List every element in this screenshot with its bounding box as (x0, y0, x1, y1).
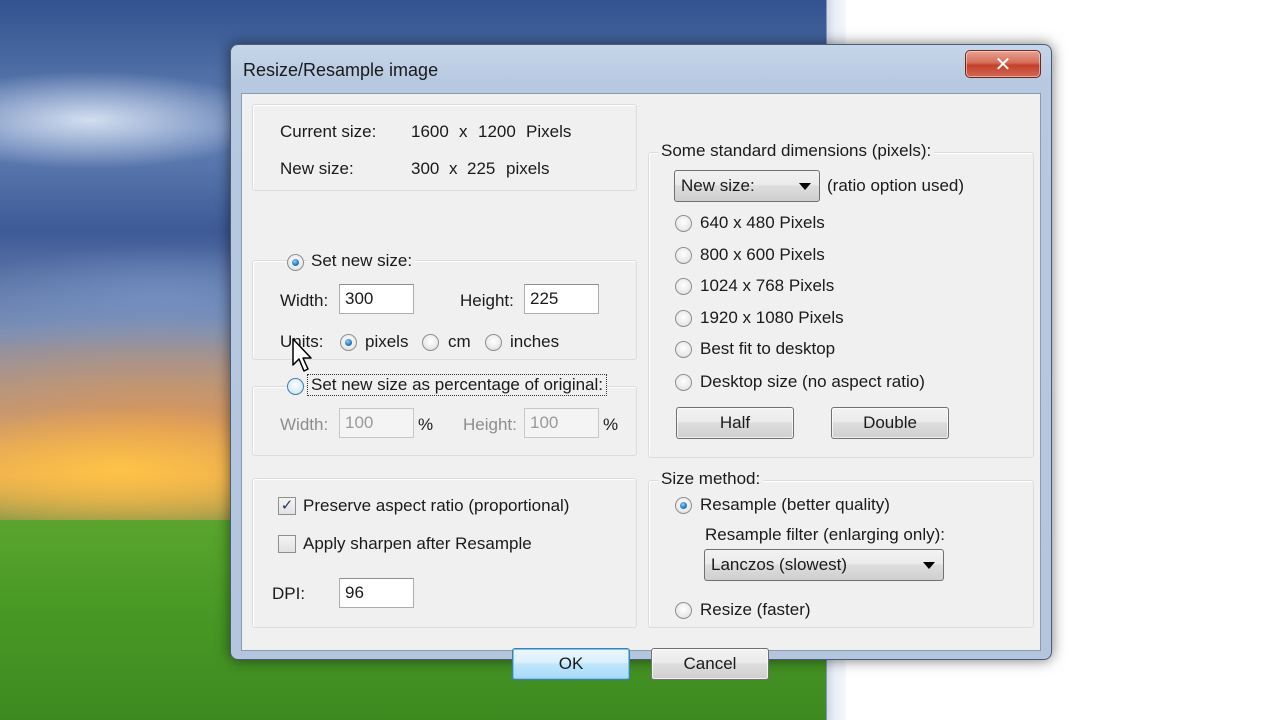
set-new-size-label[interactable]: Set new size: (308, 251, 416, 271)
desktop-size-radio[interactable] (675, 374, 692, 391)
preserve-aspect-checkbox[interactable]: ✓ (278, 497, 296, 515)
size-info-group: Current size: 1600 x 1200 Pixels New siz… (252, 104, 637, 191)
cancel-button[interactable]: Cancel (651, 648, 769, 680)
chevron-down-icon (799, 183, 811, 190)
current-size-width: 1600 (411, 122, 449, 141)
height-label: Height: (460, 291, 514, 310)
dim-1920-radio[interactable] (675, 310, 692, 327)
new-size-combo[interactable]: New size: (674, 170, 820, 202)
resample-filter-combo[interactable]: Lanczos (slowest) (704, 549, 944, 581)
resize-label[interactable]: Resize (faster) (700, 600, 811, 620)
best-fit-radio[interactable] (675, 341, 692, 358)
best-fit-label[interactable]: Best fit to desktop (700, 339, 835, 359)
resample-label[interactable]: Resample (better quality) (700, 495, 890, 515)
new-size-combo-value: New size: (681, 176, 755, 195)
width-input[interactable]: 300 (339, 284, 414, 314)
percentage-radio[interactable] (287, 378, 304, 395)
preserve-aspect-label[interactable]: Preserve aspect ratio (proportional) (303, 496, 569, 516)
resample-radio[interactable] (675, 497, 692, 514)
resize-radio[interactable] (675, 602, 692, 619)
dialog-client-area: Current size: 1600 x 1200 Pixels New siz… (241, 93, 1041, 680)
percent-height-input[interactable]: 100 (524, 408, 599, 438)
dim-1024-label[interactable]: 1024 x 768 Pixels (700, 276, 834, 296)
dim-800-radio[interactable] (675, 247, 692, 264)
current-size-unit: Pixels (526, 122, 572, 141)
resize-dialog: Resize/Resample image ✕ Current size: 16… (230, 44, 1052, 680)
ok-button[interactable]: OK (512, 648, 630, 680)
title-bar[interactable]: Resize/Resample image ✕ (231, 45, 1051, 93)
percent-width-suffix: % (418, 415, 434, 434)
set-new-size-radio[interactable] (287, 254, 304, 271)
current-size-height: 1200 (478, 122, 516, 141)
dpi-label: DPI: (272, 584, 306, 603)
dialog-title: Resize/Resample image (243, 60, 439, 80)
resample-filter-value: Lanczos (slowest) (711, 555, 848, 574)
apply-sharpen-label[interactable]: Apply sharpen after Resample (303, 534, 532, 554)
close-button[interactable]: ✕ (965, 50, 1041, 78)
chevron-down-icon (923, 562, 935, 569)
percent-height-label: Height: (463, 415, 517, 434)
ratio-note: (ratio option used) (827, 176, 965, 195)
new-size-label: New size: (280, 159, 354, 178)
resample-filter-label: Resample filter (enlarging only): (705, 525, 945, 544)
current-size-label: Current size: (280, 122, 377, 141)
new-size-x: x (449, 159, 458, 178)
unit-cm-label[interactable]: cm (448, 332, 471, 352)
unit-pixels-radio[interactable] (340, 334, 357, 351)
close-icon: ✕ (994, 53, 1012, 76)
height-input[interactable]: 225 (524, 284, 599, 314)
unit-inches-label[interactable]: inches (510, 332, 559, 352)
desktop-size-label[interactable]: Desktop size (no aspect ratio) (700, 372, 925, 392)
new-size-width: 300 (411, 159, 440, 178)
percent-width-input[interactable]: 100 (339, 408, 414, 438)
dim-640-label[interactable]: 640 x 480 Pixels (700, 213, 825, 233)
new-size-unit: pixels (506, 159, 550, 178)
width-label: Width: (280, 291, 329, 310)
dim-800-label[interactable]: 800 x 600 Pixels (700, 245, 825, 265)
dim-640-radio[interactable] (675, 215, 692, 232)
dpi-input[interactable]: 96 (339, 578, 414, 608)
current-size-x: x (459, 122, 468, 141)
unit-pixels-label[interactable]: pixels (365, 332, 408, 352)
unit-inches-radio[interactable] (485, 334, 502, 351)
unit-cm-radio[interactable] (422, 334, 439, 351)
percentage-label[interactable]: Set new size as percentage of original: (306, 374, 608, 396)
half-button[interactable]: Half (676, 407, 794, 439)
mouse-pointer-icon (292, 338, 312, 372)
double-button[interactable]: Double (831, 407, 949, 439)
dim-1024-radio[interactable] (675, 278, 692, 295)
standard-dimensions-title: Some standard dimensions (pixels): (658, 141, 935, 161)
percent-height-suffix: % (603, 415, 619, 434)
new-size-height: 225 (467, 159, 496, 178)
size-method-title: Size method: (658, 469, 764, 489)
percent-width-label: Width: (280, 415, 329, 434)
dim-1920-label[interactable]: 1920 x 1080 Pixels (700, 308, 844, 328)
apply-sharpen-checkbox[interactable] (278, 535, 296, 553)
